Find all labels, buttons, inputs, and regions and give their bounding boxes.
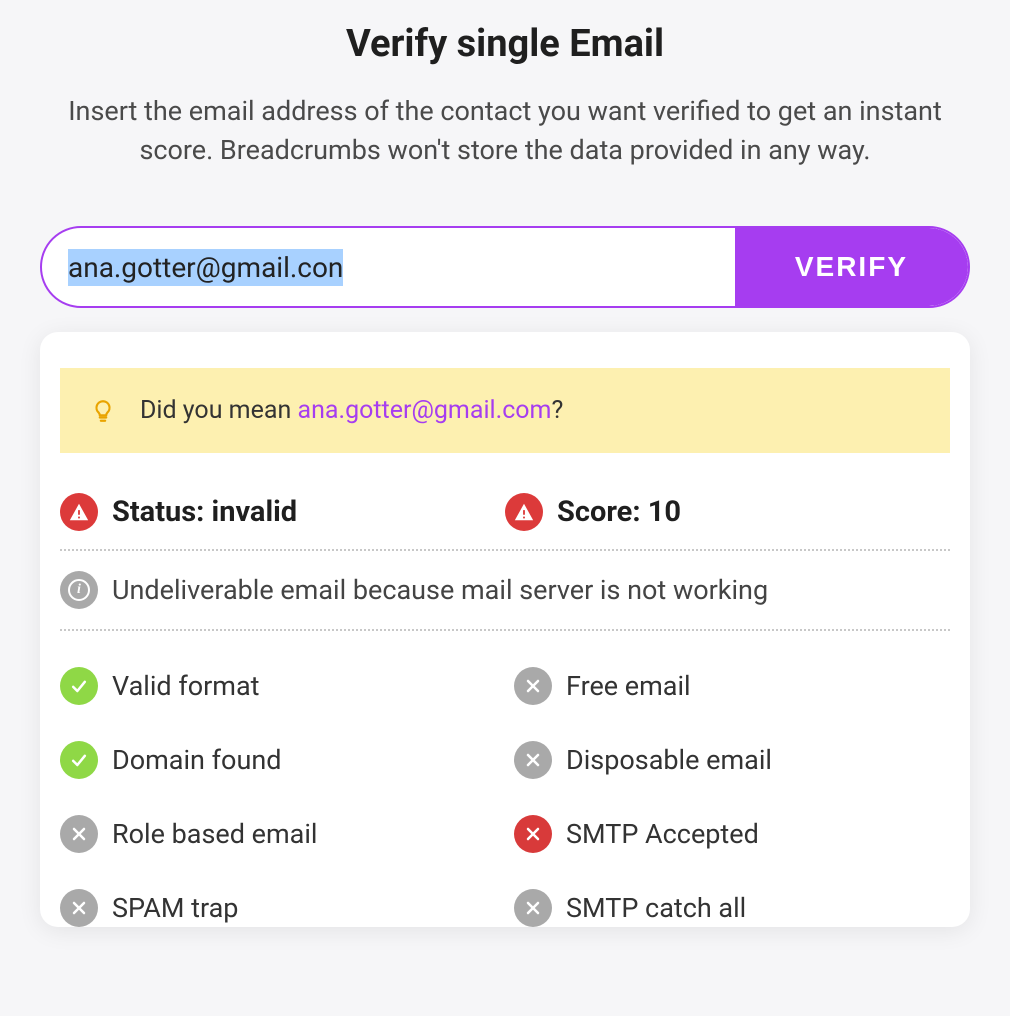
check-label: SMTP catch all (566, 892, 746, 924)
suggestion-suffix: ? (551, 396, 563, 425)
x-neutral-icon (514, 741, 552, 779)
check-icon (60, 667, 98, 705)
reason-row: i Undeliverable email because mail serve… (60, 551, 950, 629)
page-subtitle: Insert the email address of the contact … (40, 92, 970, 170)
page-title: Verify single Email (40, 22, 970, 66)
check-item: Valid format (60, 667, 496, 705)
x-fail-icon (514, 815, 552, 853)
status-col: Status: invalid (60, 493, 505, 531)
check-item: SMTP catch all (514, 889, 950, 927)
status-row: Status: invalid Score: 10 (60, 453, 950, 549)
verify-form: ana.gotter@gmail.con VERIFY (40, 226, 970, 308)
check-item: Role based email (60, 815, 496, 853)
verify-button[interactable]: VERIFY (735, 228, 968, 306)
suggestion-link[interactable]: ana.gotter@gmail.com (297, 396, 551, 425)
x-neutral-icon (60, 815, 98, 853)
check-item: Disposable email (514, 741, 950, 779)
check-icon (60, 741, 98, 779)
reason-text: Undeliverable email because mail server … (112, 574, 768, 606)
suggestion-prefix: Did you mean (140, 396, 297, 425)
check-label: Valid format (112, 670, 259, 702)
check-item: Domain found (60, 741, 496, 779)
suggestion-text: Did you mean ana.gotter@gmail.com? (140, 396, 563, 425)
check-label: Role based email (112, 818, 317, 850)
check-item: SPAM trap (60, 889, 496, 927)
score-label: Score: 10 (557, 495, 681, 529)
check-label: Disposable email (566, 744, 772, 776)
score-col: Score: 10 (505, 493, 950, 531)
x-neutral-icon (514, 889, 552, 927)
x-neutral-icon (514, 667, 552, 705)
check-label: Domain found (112, 744, 281, 776)
check-label: Free email (566, 670, 691, 702)
email-input[interactable]: ana.gotter@gmail.con (68, 249, 343, 286)
check-item: Free email (514, 667, 950, 705)
check-item: SMTP Accepted (514, 815, 950, 853)
alert-icon (60, 493, 98, 531)
lightbulb-icon (90, 398, 116, 424)
email-input-wrap[interactable]: ana.gotter@gmail.con (42, 228, 735, 306)
status-label: Status: invalid (112, 495, 297, 529)
checks-grid: Valid format Free email Domain found Dispos… (60, 631, 950, 927)
check-label: SPAM trap (112, 892, 238, 924)
x-neutral-icon (60, 889, 98, 927)
result-card: Did you mean ana.gotter@gmail.com? Statu… (40, 332, 970, 927)
check-label: SMTP Accepted (566, 818, 759, 850)
alert-icon (505, 493, 543, 531)
info-icon: i (60, 571, 98, 609)
suggestion-banner: Did you mean ana.gotter@gmail.com? (60, 368, 950, 453)
